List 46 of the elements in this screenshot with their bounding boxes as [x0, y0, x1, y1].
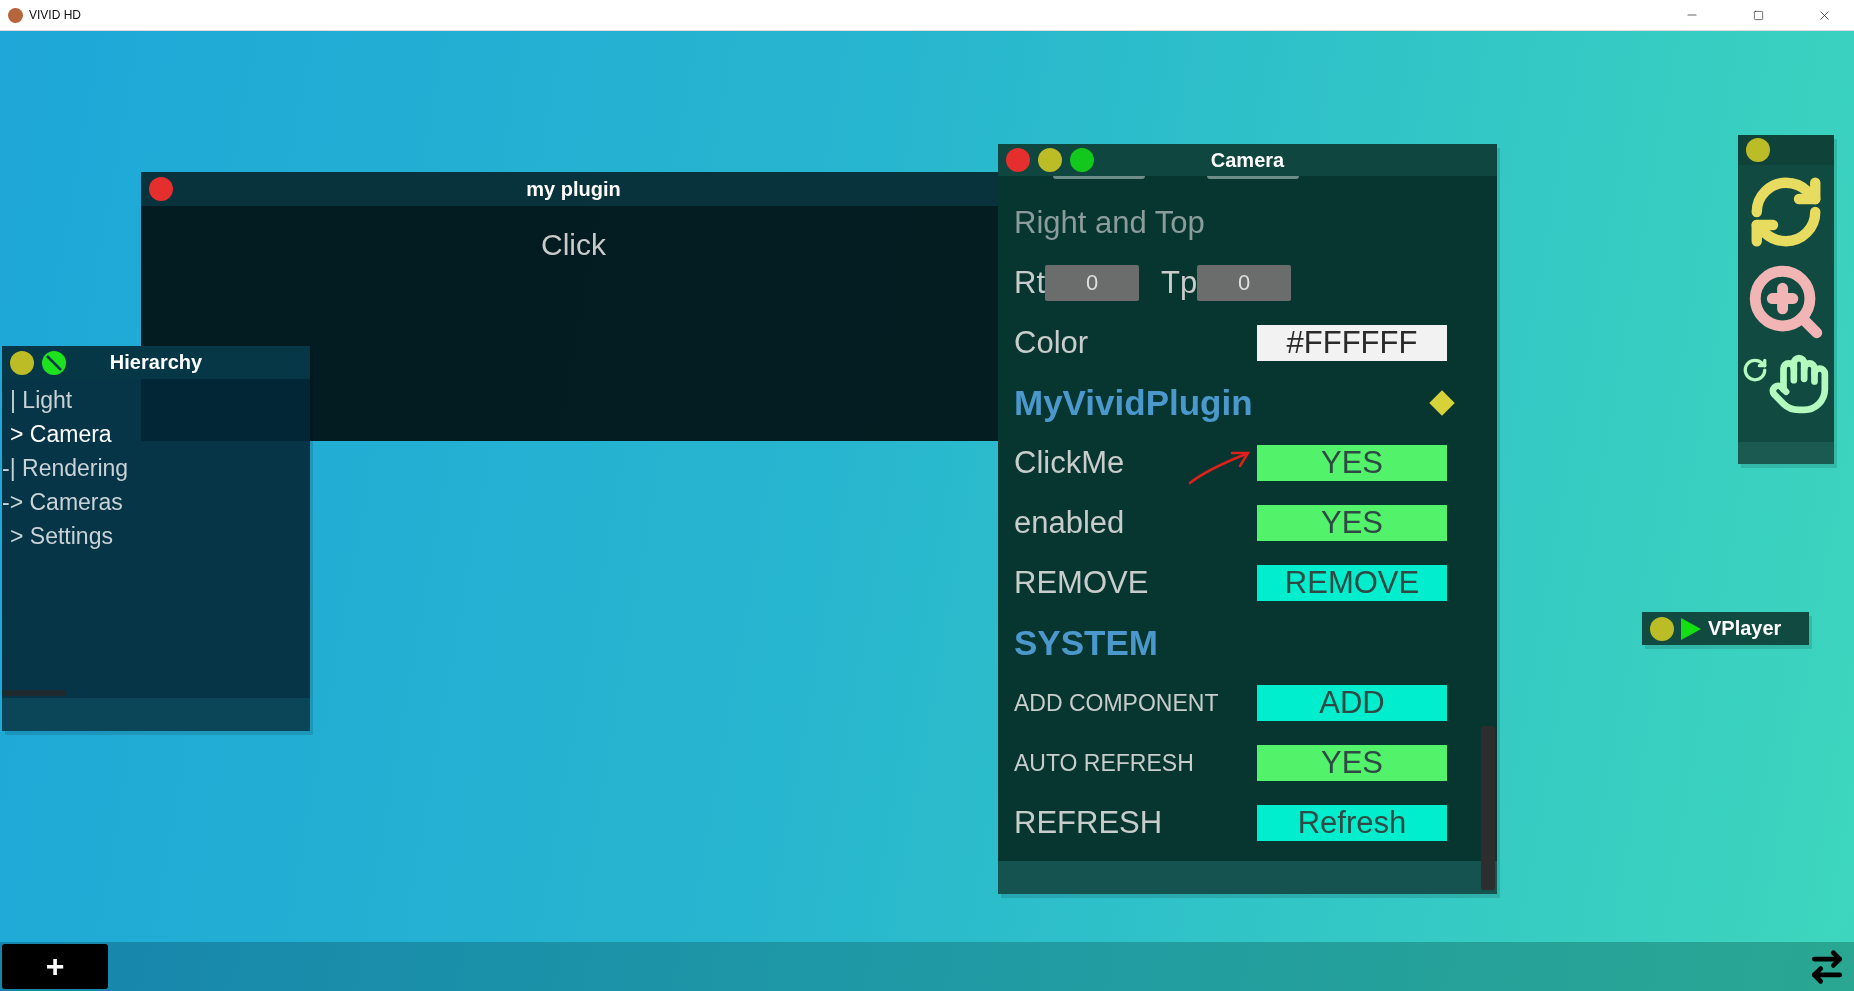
field-label: ADD COMPONENT — [1014, 689, 1219, 717]
field-label: REMOVE — [1014, 565, 1149, 601]
click-button[interactable]: Click — [531, 224, 616, 266]
section-title: SYSTEM — [1014, 623, 1158, 663]
arrow-annotation — [1188, 451, 1251, 485]
panel-title: my plugin — [526, 177, 621, 201]
field-label: ClickMe — [1014, 445, 1125, 481]
number-field[interactable]: 0 — [1045, 265, 1139, 301]
close-dot-icon[interactable] — [149, 177, 173, 201]
section-heading: Right and Top — [1014, 205, 1205, 241]
action-button[interactable]: ADD — [1257, 685, 1447, 721]
field-label: Color — [1014, 325, 1089, 361]
panel-title: Camera — [1210, 148, 1285, 172]
minimize-dot-icon[interactable] — [1650, 616, 1674, 641]
toggle-button[interactable]: YES — [1257, 505, 1447, 541]
section-title: MyVividPlugin — [1014, 383, 1253, 423]
scrollbar-thumb[interactable] — [2, 690, 66, 696]
scrollbar-thumb[interactable] — [1481, 726, 1495, 890]
toggle-button[interactable]: YES — [1257, 445, 1447, 481]
tree-item[interactable]: > Settings — [10, 519, 310, 553]
close-dot-icon[interactable] — [1006, 148, 1030, 172]
action-button[interactable]: REMOVE — [1257, 565, 1447, 601]
toggle-button[interactable]: YES — [1257, 745, 1447, 781]
field-label: AUTO REFRESH — [1014, 749, 1194, 777]
panel-title: VPlayer — [1708, 617, 1782, 640]
minimize-dot-icon[interactable] — [10, 350, 34, 375]
play-icon[interactable] — [1680, 616, 1702, 641]
maximize-dot-icon[interactable] — [1070, 148, 1094, 172]
add-button[interactable]: + — [2, 944, 108, 989]
field-label: Tp — [1161, 265, 1198, 301]
tree-item[interactable]: | Light — [10, 383, 310, 417]
field-label: enabled — [1014, 505, 1125, 541]
tree-item[interactable]: > Camera — [10, 417, 310, 451]
tree-item[interactable]: -| Rendering — [2, 451, 310, 485]
minimize-dot-icon[interactable] — [1038, 148, 1062, 172]
action-button[interactable]: Refresh — [1257, 805, 1447, 841]
number-field[interactable]: 0 — [1197, 265, 1292, 301]
minimize-dot-icon[interactable] — [1746, 138, 1770, 162]
tree-item[interactable]: -> Cameras — [2, 485, 310, 519]
color-field[interactable]: #FFFFFF — [1257, 325, 1447, 361]
field-label: REFRESH — [1014, 805, 1163, 841]
app-icon — [8, 7, 23, 23]
field-label: Rt — [1014, 265, 1045, 301]
panel-title: Hierarchy — [109, 351, 203, 374]
window-title: VIVID HD — [29, 8, 82, 22]
hand-rotate-icon[interactable] — [1742, 353, 1830, 415]
